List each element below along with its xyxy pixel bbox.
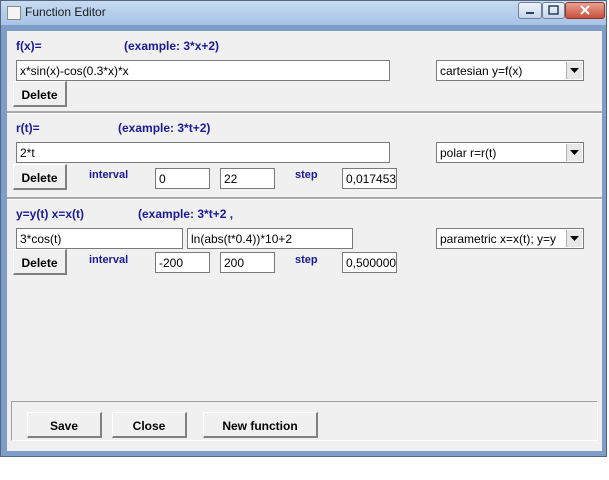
chevron-down-icon [570, 68, 579, 73]
close-window-button[interactable] [565, 2, 605, 19]
new-function-button[interactable]: New function [203, 412, 318, 438]
parametric-step-input[interactable]: 0,500000 [342, 252, 397, 273]
dropdown-button[interactable] [566, 144, 582, 161]
chevron-down-icon [570, 236, 579, 241]
polar-interval-to-input[interactable]: 22 [220, 168, 275, 189]
maximize-icon [548, 5, 559, 15]
parametric-interval-label: interval [89, 254, 129, 266]
chevron-down-icon [570, 150, 579, 155]
cartesian-section: f(x)= (example: 3*x+2) x*sin(x)-cos(0.3*… [7, 31, 602, 111]
parametric-type-select[interactable]: parametric x=x(t); y=y [436, 228, 584, 249]
maximize-button[interactable] [542, 2, 565, 19]
polar-delete-button[interactable]: Delete [13, 164, 67, 190]
parametric-delete-button[interactable]: Delete [13, 249, 67, 275]
polar-label: r(t)= [16, 121, 40, 135]
minimize-button[interactable] [518, 2, 542, 19]
cartesian-expression-input[interactable]: x*sin(x)-cos(0.3*x)*x [16, 60, 390, 81]
close-icon [580, 5, 590, 15]
dropdown-button[interactable] [566, 230, 582, 247]
parametric-interval-from-input[interactable]: -200 [155, 252, 210, 273]
cartesian-type-select[interactable]: cartesian y=f(x) [436, 60, 584, 81]
polar-interval-label: interval [89, 169, 129, 181]
close-button[interactable]: Close [112, 412, 187, 438]
cartesian-delete-button[interactable]: Delete [13, 81, 67, 107]
polar-example: (example: 3*t+2) [118, 121, 211, 135]
save-button[interactable]: Save [27, 412, 102, 438]
polar-type-value: polar r=r(t) [440, 146, 497, 160]
polar-interval-from-input[interactable]: 0 [155, 168, 210, 189]
polar-step-input[interactable]: 0,017453 [342, 168, 397, 189]
parametric-label: y=y(t) x=x(t) [16, 207, 85, 221]
parametric-interval-to-input[interactable]: 200 [220, 252, 275, 273]
polar-type-select[interactable]: polar r=r(t) [436, 142, 584, 163]
function-editor-window: Function Editor f(x)= (example: 3*x+2) x… [0, 0, 607, 457]
parametric-example: (example: 3*t+2 , [138, 207, 234, 221]
parametric-section: y=y(t) x=x(t) (example: 3*t+2 , 3*cos(t)… [7, 199, 602, 299]
editor-client-area: f(x)= (example: 3*x+2) x*sin(x)-cos(0.3*… [7, 31, 602, 451]
minimize-icon [526, 12, 534, 14]
polar-step-label: step [295, 169, 318, 181]
desktop-background [0, 457, 609, 480]
parametric-x-expression-input[interactable]: 3*cos(t) [16, 228, 183, 249]
dropdown-button[interactable] [566, 62, 582, 79]
polar-expression-input[interactable]: 2*t [16, 142, 390, 163]
cartesian-example: (example: 3*x+2) [124, 39, 220, 53]
app-icon [7, 6, 21, 20]
polar-section: r(t)= (example: 3*t+2) 2*t polar r=r(t) … [7, 113, 602, 197]
parametric-y-expression-input[interactable]: ln(abs(t*0.4))*10+2 [187, 228, 353, 249]
parametric-step-label: step [295, 254, 318, 266]
cartesian-type-value: cartesian y=f(x) [440, 64, 523, 78]
footer-button-bar: Save Close New function [11, 401, 598, 441]
cartesian-label: f(x)= [16, 39, 42, 53]
parametric-type-value: parametric x=x(t); y=y [440, 232, 557, 246]
window-title: Function Editor [25, 5, 106, 19]
title-bar: Function Editor [1, 1, 606, 25]
